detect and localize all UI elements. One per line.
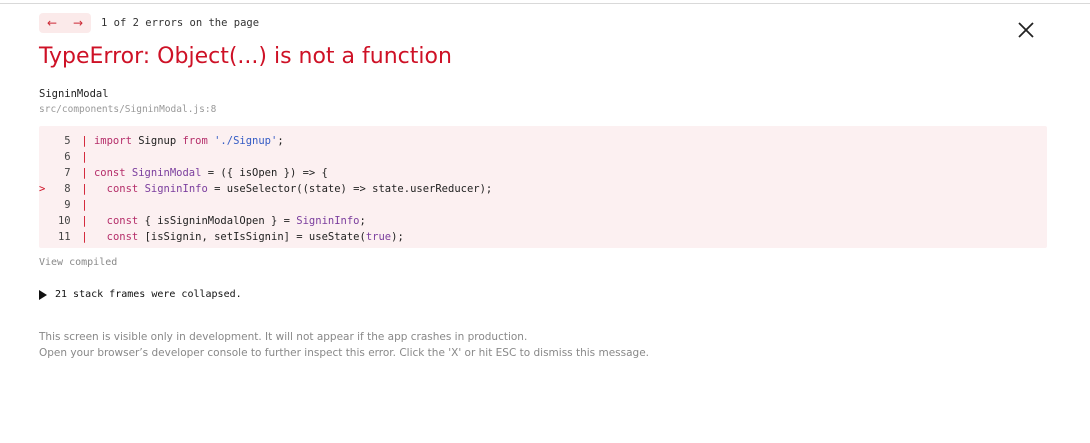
code-token: ;: [359, 215, 366, 227]
code-line: 5 | import Signup from './Signup';: [39, 133, 492, 149]
code-token: const: [106, 231, 145, 243]
error-count-text: 1 of 2 errors on the page: [101, 17, 260, 29]
code-token: [isSignin, setIsSignin] = useState(: [144, 231, 366, 243]
line-separator: |: [75, 183, 94, 195]
line-separator: |: [75, 167, 94, 179]
code-token: );: [391, 231, 404, 243]
error-title: TypeError: Object(...) is not a function: [39, 44, 452, 69]
code-token: const: [106, 215, 145, 227]
line-separator: |: [75, 199, 94, 211]
line-gutter: > 8: [39, 181, 75, 197]
code-line: 7 | const SigninModal = ({ isOpen }) => …: [39, 165, 492, 181]
line-number: 11: [45, 231, 71, 243]
line-gutter: 10: [39, 213, 75, 229]
code-line: 11 | const [isSignin, setIsSignin] = use…: [39, 229, 492, 245]
code-token: SigninInfo: [144, 183, 208, 195]
line-separator: |: [75, 231, 94, 243]
view-compiled-link[interactable]: View compiled: [39, 257, 117, 268]
code-token: = useSelector((state) => state.userReduc…: [207, 183, 493, 195]
code-line: 6 |: [39, 149, 492, 165]
code-lines: 5 | import Signup from './Signup'; 6 | 7…: [39, 133, 492, 245]
line-separator: |: [75, 151, 94, 163]
line-number: 10: [45, 215, 71, 227]
code-token: = ({ isOpen }) => {: [201, 167, 328, 179]
code-token: true: [365, 231, 392, 243]
code-token: Signup: [138, 135, 183, 147]
line-separator: |: [75, 135, 94, 147]
next-error-button[interactable]: →: [65, 13, 91, 33]
error-navigation: ← → 1 of 2 errors on the page: [39, 13, 259, 33]
previous-error-button[interactable]: ←: [39, 13, 65, 33]
line-number: 8: [45, 183, 71, 195]
code-token: from: [182, 135, 215, 147]
line-gutter: 11: [39, 229, 75, 245]
stack-frames-label: 21 stack frames were collapsed.: [55, 289, 242, 300]
close-icon[interactable]: [1016, 20, 1036, 40]
line-gutter: 7: [39, 165, 75, 181]
code-token: ;: [277, 135, 284, 147]
triangle-right-icon: [39, 289, 47, 300]
file-location: src/components/SigninModal.js:8: [39, 104, 217, 115]
code-token: import: [93, 135, 139, 147]
line-gutter: 5: [39, 133, 75, 149]
code-token: const: [93, 167, 132, 179]
line-number: 7: [45, 167, 71, 179]
code-token: { isSigninModalOpen } =: [144, 215, 297, 227]
line-number: 5: [45, 135, 71, 147]
line-number: 9: [45, 199, 71, 211]
code-token: SigninModal: [131, 167, 202, 179]
component-name: SigninModal: [39, 88, 109, 100]
code-line: 9 |: [39, 197, 492, 213]
code-line: 10 | const { isSigninModalOpen } = Signi…: [39, 213, 492, 229]
code-token: SigninInfo: [296, 215, 360, 227]
code-frame: 5 | import Signup from './Signup'; 6 | 7…: [39, 126, 1047, 248]
line-number: 6: [45, 151, 71, 163]
dev-notice-line-2: Open your browser’s developer console to…: [39, 347, 650, 359]
line-gutter: 9: [39, 197, 75, 213]
top-divider: [0, 3, 1090, 4]
collapsed-stack-frames[interactable]: 21 stack frames were collapsed.: [39, 289, 242, 300]
code-token: './Signup': [214, 135, 278, 147]
dev-notice: This screen is visible only in developme…: [39, 329, 649, 361]
code-line: > 8 | const SigninInfo = useSelector((st…: [39, 181, 492, 197]
line-separator: |: [75, 215, 94, 227]
line-gutter: 6: [39, 149, 75, 165]
code-token: const: [106, 183, 145, 195]
dev-notice-line-1: This screen is visible only in developme…: [39, 331, 528, 343]
